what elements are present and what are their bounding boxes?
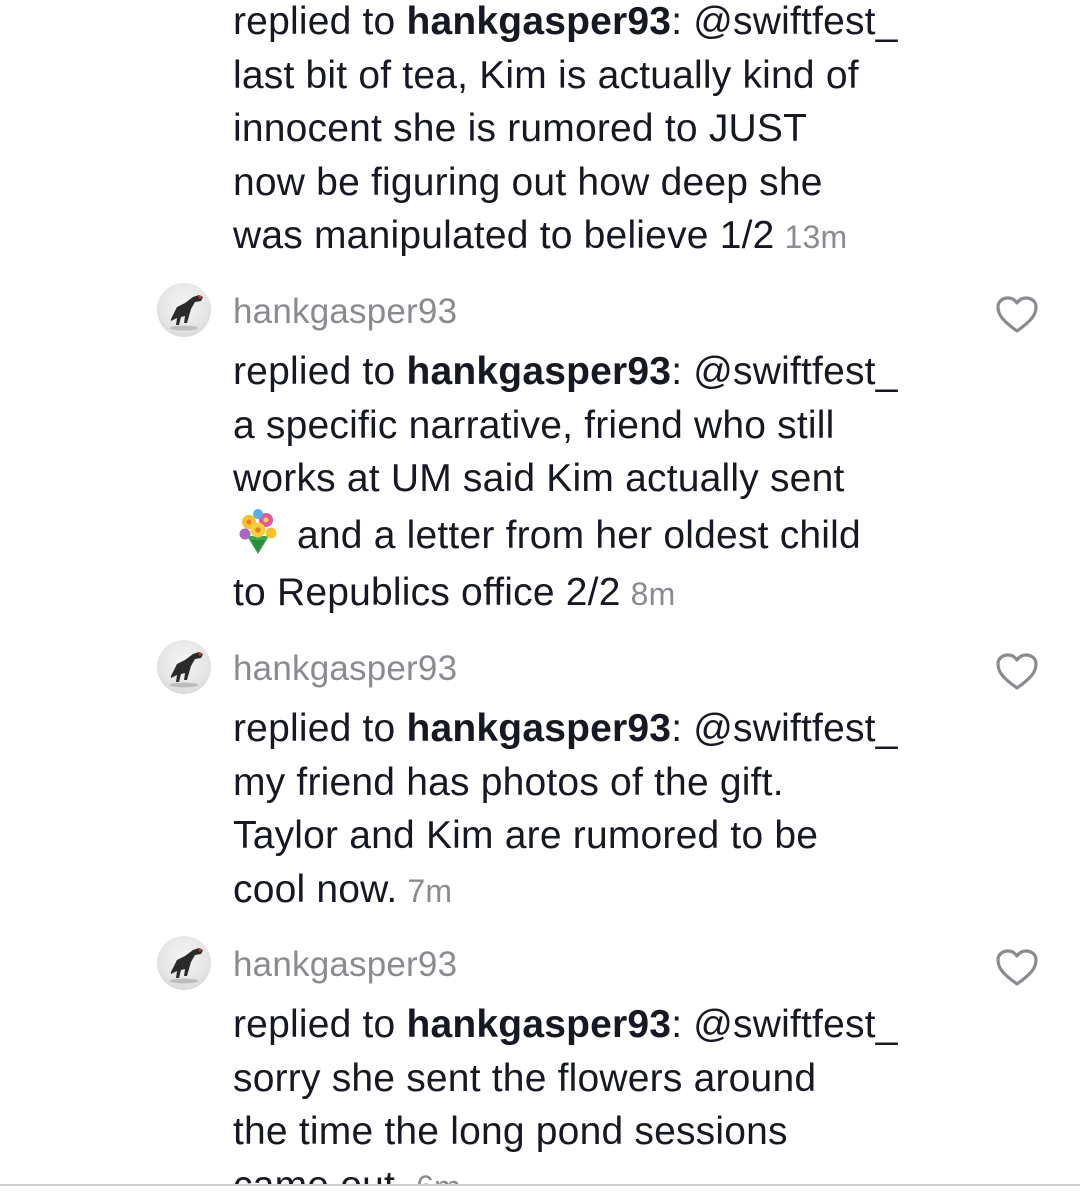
like-button[interactable]	[995, 295, 1039, 335]
comment-text: replied to hankgasper93: @swiftfest_ a s…	[233, 345, 993, 621]
comment-line: works at UM said Kim actually sent	[233, 457, 845, 500]
comment-last-line: was manipulated to believe 1/2 13m	[233, 209, 993, 265]
comment-line: last bit of tea, Kim is actually kind of	[233, 53, 859, 97]
reply-line: replied to hankgasper93: @swiftfest_	[233, 345, 993, 399]
reply-mention[interactable]: : @swiftfest_	[671, 0, 897, 43]
reply-line: replied to hankgasper93: @swiftfest_	[233, 0, 993, 49]
heart-outline-icon	[996, 296, 1038, 333]
comment-timestamp: 7m	[407, 872, 453, 909]
reply-mention[interactable]: : @swiftfest_	[671, 1003, 897, 1046]
comment-timestamp: 13m	[784, 219, 848, 255]
reply-line: replied to hankgasper93: @swiftfest_	[233, 702, 993, 756]
reply-prefix: replied to	[233, 0, 407, 43]
comment-line: the time the long pond sessions	[233, 1110, 788, 1153]
comment-line: came out.	[233, 1164, 406, 1185]
avatar[interactable]	[157, 640, 211, 694]
comment-last-line: came out. 6m	[233, 1159, 993, 1185]
comment-line: to Republics office 2/2	[233, 570, 621, 614]
heart-outline-icon	[996, 653, 1038, 690]
reply-prefix: replied to	[233, 707, 407, 750]
avatar[interactable]	[157, 283, 211, 337]
heart-outline-icon	[996, 949, 1038, 986]
reply-target-username[interactable]: hankgasper93	[406, 1003, 671, 1046]
comment-emoji-line: and a letter from her oldest child	[233, 506, 993, 566]
bottom-divider	[0, 1184, 1080, 1186]
comment-line: innocent she is rumored to JUST	[233, 107, 808, 150]
reply-target-username[interactable]: hankgasper93	[406, 0, 671, 43]
comment-last-line: to Republics office 2/2 8m	[233, 566, 993, 622]
comment-line: was manipulated to believe 1/2	[233, 214, 775, 257]
comment-line: sorry she sent the flowers around	[233, 1056, 817, 1100]
reply-prefix: replied to	[233, 350, 407, 393]
comment-text: replied to hankgasper93: @swiftfest_ my …	[233, 702, 993, 918]
comment-line: now be figuring out how deep she	[233, 160, 823, 204]
comment-line: my friend has photos of the gift.	[233, 760, 784, 804]
reply-line: replied to hankgasper93: @swiftfest_	[233, 998, 993, 1052]
comment-last-line: cool now. 7m	[233, 863, 993, 919]
comment-text: replied to hankgasper93: @swiftfest_ las…	[233, 0, 993, 265]
reply-target-username[interactable]: hankgasper93	[406, 707, 671, 750]
reply-target-username[interactable]: hankgasper93	[406, 350, 671, 393]
comment-line: a specific narrative, friend who still	[233, 403, 835, 447]
comment-line: Taylor and Kim are rumored to be	[233, 814, 819, 857]
dinosaur-avatar-icon	[170, 948, 203, 984]
comment-text: replied to hankgasper93: @swiftfest_ sor…	[233, 998, 993, 1184]
like-button[interactable]	[995, 652, 1039, 692]
comment-username[interactable]: hankgasper93	[233, 292, 457, 332]
reply-mention[interactable]: : @swiftfest_	[671, 707, 897, 750]
comment-timestamp: 6m	[416, 1169, 461, 1185]
comment-username[interactable]: hankgasper93	[233, 945, 457, 985]
like-button[interactable]	[995, 948, 1039, 988]
bouquet-emoji-icon	[233, 506, 283, 556]
comment-username[interactable]: hankgasper93	[233, 649, 457, 689]
dinosaur-avatar-icon	[170, 295, 203, 331]
dinosaur-avatar-icon	[170, 652, 203, 688]
avatar[interactable]	[157, 936, 211, 990]
comment-line: cool now.	[233, 867, 398, 911]
reply-mention[interactable]: : @swiftfest_	[671, 350, 897, 393]
reply-prefix: replied to	[233, 1003, 407, 1046]
comment-timestamp: 8m	[630, 575, 676, 612]
comment-line: and a letter from her oldest child	[297, 513, 861, 557]
